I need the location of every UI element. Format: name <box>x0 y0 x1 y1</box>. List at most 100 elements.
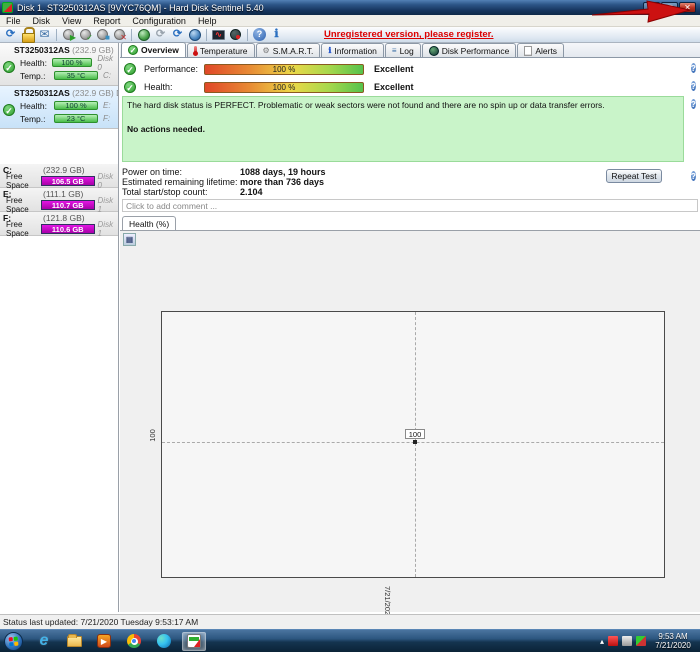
tab-disk-performance-label: Disk Performance <box>442 46 510 56</box>
tab-health-percent[interactable]: Health (%) <box>122 216 176 230</box>
health-help-icon[interactable]: ? <box>691 81 696 91</box>
sidebar-disk-0[interactable]: ST3250312AS (232.9 GB) ✓ Health: 100 % D… <box>0 43 118 86</box>
minimize-button[interactable]: – <box>643 2 660 13</box>
network-globe-icon[interactable] <box>187 27 202 42</box>
toolbar: ⟳ ✉ ▶ ✓ ■ ✕ ⟳ ⟳ ∿ ? ℹ Unregistered versi… <box>0 27 700 43</box>
tab-alerts[interactable]: Alerts <box>517 43 564 57</box>
disk-0-temp-bar: 35 °C <box>54 71 98 80</box>
repeat-test-help-icon[interactable]: ? <box>691 171 696 181</box>
disk-1-title: ST3250312AS (232.9 GB) Disk 1 <box>0 86 118 99</box>
taskbar-media-player[interactable]: ▶ <box>92 632 116 651</box>
tab-information[interactable]: ℹ Information <box>321 43 384 57</box>
disk-1-id-tag: Disk 1 <box>116 88 118 98</box>
shutdown-disk-icon[interactable] <box>228 27 243 42</box>
taskbar-hdsentinel-active[interactable] <box>182 632 206 651</box>
comment-input[interactable] <box>122 199 698 212</box>
refresh-icon[interactable]: ⟳ <box>3 27 18 42</box>
disk-test-icon-1[interactable]: ▶ <box>61 27 76 42</box>
chart-point-label: 100 <box>405 429 425 439</box>
disk-status-box: The hard disk status is PERFECT. Problem… <box>122 96 684 162</box>
partition-c[interactable]: C: (232.9 GB) Free Space 106.5 GB Disk 0 <box>0 164 118 188</box>
tab-information-label: Information <box>334 46 377 56</box>
toolbar-separator <box>131 29 132 41</box>
disk-1-model: ST3250312AS <box>14 88 70 98</box>
sync-disabled-icon[interactable]: ⟳ <box>153 27 168 42</box>
thermometer-icon <box>194 46 197 55</box>
remaining-lifetime-label: Estimated remaining lifetime: <box>122 177 240 187</box>
taskbar-clock[interactable]: 9:53 AM 7/21/2020 <box>650 632 696 650</box>
hdsentinel-icon <box>187 634 201 648</box>
chart-data-point <box>413 440 417 444</box>
maximize-button[interactable]: ▢ <box>661 2 678 13</box>
partition-e-size: (111.1 GB) <box>43 189 83 199</box>
menu-file[interactable]: File <box>0 16 27 26</box>
disk-test-icon-2[interactable]: ✓ <box>78 27 93 42</box>
unregistered-link[interactable]: Unregistered version, please register. <box>324 29 494 40</box>
disk-test-icon-4[interactable]: ✕ <box>112 27 127 42</box>
hard-disk-sentinel-window: Disk 1. ST3250312AS [9VYC76QM] - Hard Di… <box>0 0 700 652</box>
system-tray: ▴ 9:53 AM 7/21/2020 <box>600 632 700 650</box>
tab-alerts-label: Alerts <box>535 46 557 56</box>
performance-monitor-icon[interactable]: ∿ <box>211 27 226 42</box>
repeat-test-button[interactable]: Repeat Test <box>606 169 662 183</box>
tray-network-icon[interactable] <box>622 636 632 646</box>
chart-tool-icon[interactable]: ▦ <box>123 233 136 246</box>
partition-c-free-bar: 106.5 GB <box>41 176 95 186</box>
partition-c-size: (232.9 GB) <box>43 165 85 175</box>
partition-e[interactable]: E: (111.1 GB) Free Space 110.7 GB Disk 1 <box>0 188 118 212</box>
disk-0-drive-letter: C: <box>103 71 111 80</box>
menu-report[interactable]: Report <box>87 16 126 26</box>
log-icon: ≡ <box>392 47 397 55</box>
tab-log-label: Log <box>400 46 414 56</box>
taskbar-edge[interactable] <box>152 632 176 651</box>
clock-time: 9:53 AM <box>650 632 696 641</box>
taskbar-chrome[interactable] <box>122 632 146 651</box>
update-refresh-icon[interactable]: ⟳ <box>170 27 185 42</box>
health-ok-icon: ✓ <box>124 81 136 93</box>
tray-hdsentinel-icon[interactable] <box>636 636 646 646</box>
menu-disk[interactable]: Disk <box>27 16 57 26</box>
help-icon[interactable]: ? <box>252 27 267 42</box>
info-icon[interactable]: ℹ <box>269 27 284 42</box>
performance-help-icon[interactable]: ? <box>691 63 696 73</box>
tray-alert-icon[interactable] <box>608 636 618 646</box>
power-on-time-value: 1088 days, 19 hours <box>240 167 326 177</box>
health-meter: 100 % <box>204 82 364 93</box>
tray-expand-icon[interactable]: ▴ <box>600 637 604 646</box>
tab-log[interactable]: ≡ Log <box>385 43 421 57</box>
menu-help[interactable]: Help <box>192 16 223 26</box>
smart-gear-icon: ⚙ <box>263 47 270 55</box>
tab-disk-performance[interactable]: Disk Performance <box>422 43 517 57</box>
partition-f-free-label: Free Space <box>6 220 41 238</box>
tab-overview[interactable]: ✓ Overview <box>121 42 186 57</box>
media-player-icon: ▶ <box>97 634 111 648</box>
web-globe-icon[interactable] <box>136 27 151 42</box>
chart-tab-strip: Health (%) <box>120 216 700 231</box>
disk-1-drive-letter-f: F: <box>103 114 110 123</box>
internet-explorer-icon: e <box>40 632 49 650</box>
partition-f[interactable]: F: (121.8 GB) Free Space 110.6 GB Disk 1 <box>0 212 118 236</box>
performance-row: ✓ Performance: 100 % Excellent <box>124 62 414 76</box>
menu-view[interactable]: View <box>56 16 87 26</box>
menu-configuration[interactable]: Configuration <box>126 16 192 26</box>
disk-performance-icon <box>429 46 439 56</box>
start-button[interactable] <box>4 632 23 651</box>
disk-test-icon-3[interactable]: ■ <box>95 27 110 42</box>
report-mail-icon[interactable]: ✉ <box>37 27 52 42</box>
close-button[interactable]: ✕ <box>679 2 696 13</box>
status-help-icon[interactable]: ? <box>691 99 696 109</box>
disk-0-ok-icon: ✓ <box>3 61 15 73</box>
tab-strip: ✓ Overview Temperature ⚙ S.M.A.R.T. ℹ In… <box>120 43 700 58</box>
taskbar-file-explorer[interactable] <box>62 632 86 651</box>
tab-temperature[interactable]: Temperature <box>187 43 255 57</box>
tab-temperature-label: Temperature <box>200 46 248 56</box>
tab-smart[interactable]: ⚙ S.M.A.R.T. <box>256 43 321 57</box>
taskbar-internet-explorer[interactable]: e <box>32 632 56 651</box>
sidebar-disk-1-selected[interactable]: ST3250312AS (232.9 GB) Disk 1 ✓ Health: … <box>0 86 118 129</box>
health-chart-plot: 100 <box>161 311 665 578</box>
partition-f-free-bar: 110.6 GB <box>41 224 95 234</box>
disk-1-drive-letter-e: E: <box>103 101 111 110</box>
lock-icon[interactable] <box>20 27 35 42</box>
performance-ok-icon: ✓ <box>124 63 136 75</box>
disk-1-temp-label: Temp.: <box>20 114 54 124</box>
